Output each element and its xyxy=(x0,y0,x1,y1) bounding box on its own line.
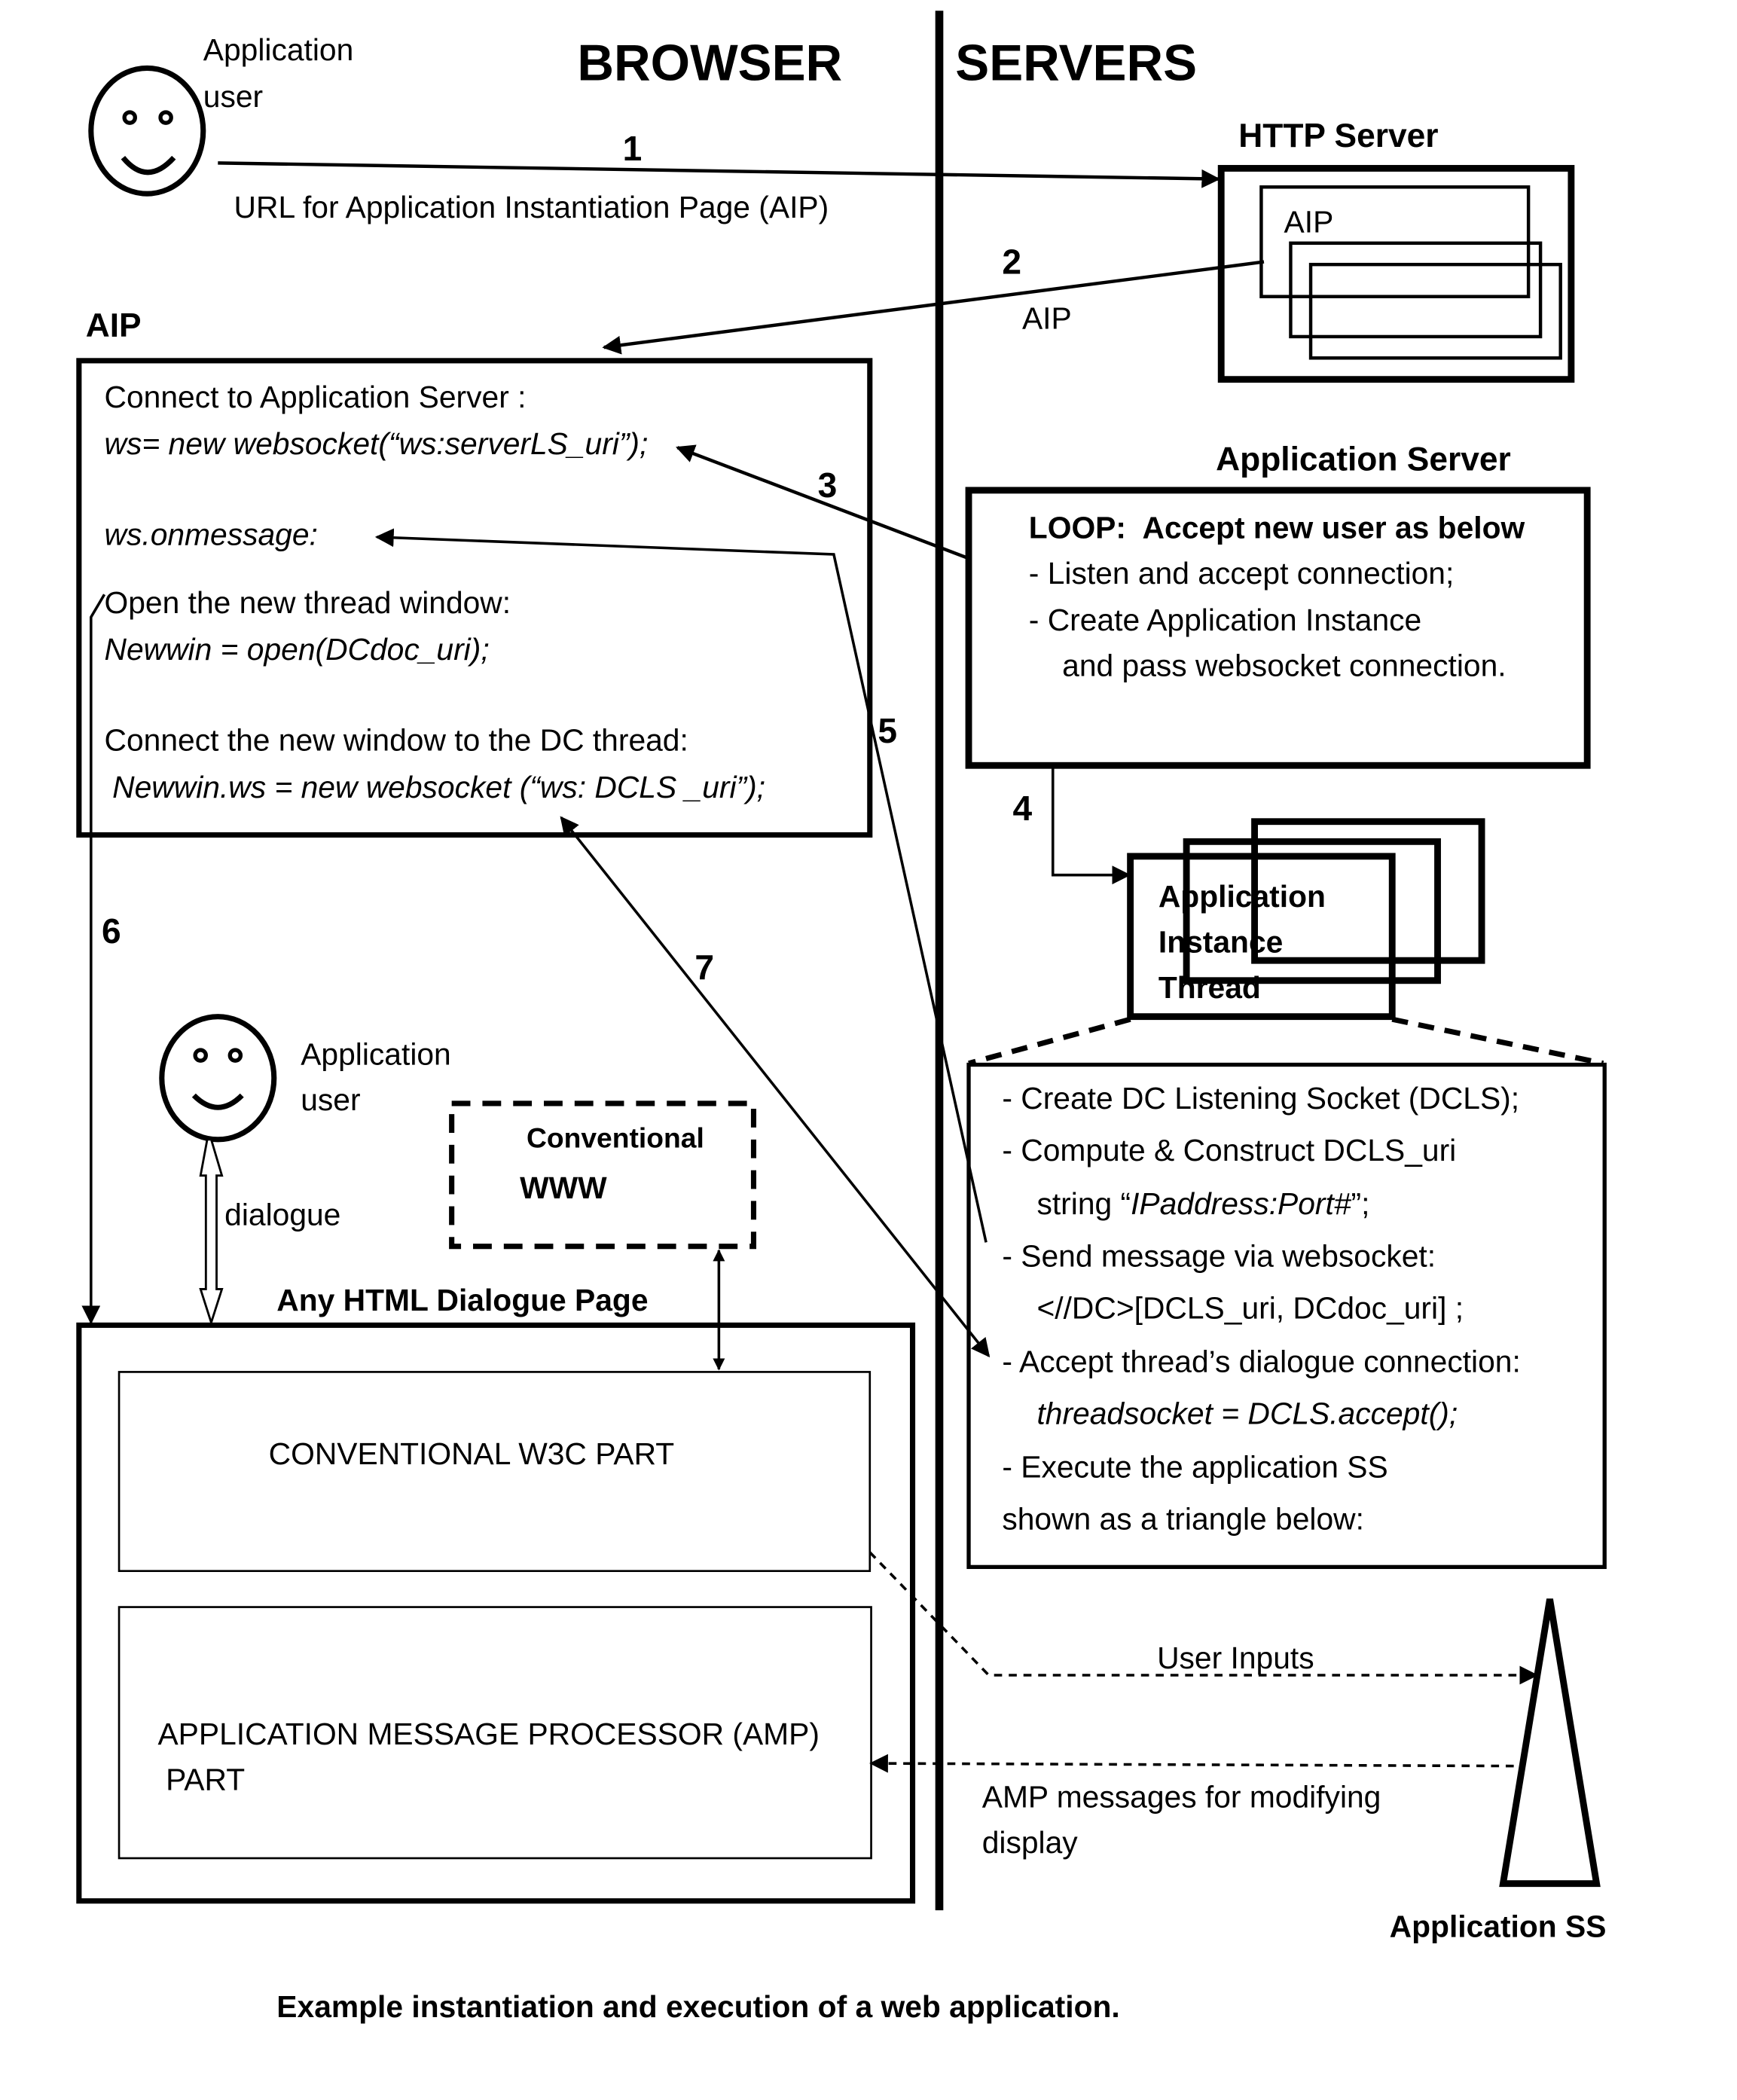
aip-line-ws-new: ws= new websocket(“ws:serverLS_uri”); xyxy=(105,426,649,461)
http-server-box xyxy=(1217,165,1575,383)
top-user-smiley-icon xyxy=(88,65,206,197)
detail-line-dc-msg: <//DC>[DCLS_uri, DCdoc_uri] ; xyxy=(1036,1290,1464,1325)
step6-arrow xyxy=(81,594,106,1325)
step1-number: 1 xyxy=(623,129,643,168)
step1-arrow xyxy=(218,161,1221,188)
step7-arrow xyxy=(560,816,991,1358)
aip-line-newwin-open: Newwin = open(DCdoc_uri); xyxy=(105,632,490,667)
instance-thread-line3: Thread xyxy=(1159,970,1261,1005)
loop-label: LOOP: xyxy=(1029,511,1126,545)
amp-messages-line2: display xyxy=(982,1825,1079,1860)
dialogue-double-arrow-icon xyxy=(199,1138,224,1326)
browser-header: BROWSER xyxy=(577,35,842,91)
app-server-line-pass: and pass websocket connection. xyxy=(1062,648,1506,682)
second-user-label-line2: user xyxy=(301,1082,360,1117)
step7-number: 7 xyxy=(694,948,714,987)
detail-line-accept: - Accept thread’s dialogue connection: xyxy=(1002,1344,1520,1378)
diagram-canvas: BROWSER SERVERS Application user 1 URL f… xyxy=(76,11,1607,2024)
aip-box-title: AIP xyxy=(86,307,142,344)
step2-number: 2 xyxy=(1002,243,1021,282)
detail-expand-right xyxy=(1391,1016,1604,1067)
second-user-label-line1: Application xyxy=(301,1037,451,1072)
aip-line-open-window: Open the new thread window: xyxy=(105,585,511,620)
detail-expand-left xyxy=(968,1016,1131,1067)
dialogue-page-title: Any HTML Dialogue Page xyxy=(276,1283,648,1317)
step1-label: URL for Application Instantiation Page (… xyxy=(234,190,829,224)
step6-number: 6 xyxy=(102,911,121,951)
detail-line-threadsocket: threadsocket = DCLS.accept(); xyxy=(1036,1396,1458,1431)
step4-number: 4 xyxy=(1013,789,1033,828)
amp-part-line2: PART xyxy=(166,1763,245,1797)
step2-arrow xyxy=(602,260,1265,355)
aip-page-label: AIP xyxy=(1284,205,1334,240)
loop-text: Accept new user as below xyxy=(1143,511,1525,545)
instance-thread-line1: Application xyxy=(1159,879,1326,914)
w3c-part-label: CONVENTIONAL W3C PART xyxy=(269,1436,675,1471)
aip-line-connect: Connect to Application Server : xyxy=(105,380,527,414)
step3-number: 3 xyxy=(818,465,838,505)
user-inputs-label: User Inputs xyxy=(1157,1641,1314,1675)
top-user-label-line2: user xyxy=(203,79,263,114)
aip-page-stack-mid xyxy=(1289,241,1543,339)
detail-line-create-dcls: - Create DC Listening Socket (DCLS); xyxy=(1002,1081,1519,1116)
detail-line-triangle: shown as a triangle below: xyxy=(1002,1502,1364,1537)
application-ss-label: Application SS xyxy=(1390,1909,1607,1944)
aip-line-connect-dc: Connect the new window to the DC thread: xyxy=(105,723,688,758)
application-ss-triangle-icon xyxy=(1499,1598,1601,1888)
w3c-part-box xyxy=(118,1371,872,1573)
detail-line-send: - Send message via websocket: xyxy=(1002,1238,1436,1273)
detail-line-string: string “IPaddress:Port#”; xyxy=(1036,1186,1369,1221)
detail-line-compute: - Compute & Construct DCLS_uri xyxy=(1002,1133,1456,1168)
step4-arrow xyxy=(1051,768,1131,885)
amp-messages-arrow xyxy=(869,1754,1514,1773)
app-server-line-create: - Create Application Instance xyxy=(1029,603,1421,637)
dialogue-page-box xyxy=(76,1322,916,1904)
second-user-smiley-icon xyxy=(159,1014,277,1143)
aip-page-stack-back xyxy=(1308,262,1562,360)
instance-thread-line2: Instance xyxy=(1159,925,1283,960)
app-server-line-listen: - Listen and accept connection; xyxy=(1029,556,1455,591)
aip-line-newwin-ws: Newwin.ws = new websocket (“ws: DCLS _ur… xyxy=(112,770,765,804)
app-server-title: Application Server xyxy=(1216,441,1511,478)
http-server-title: HTTP Server xyxy=(1238,118,1438,154)
servers-header: SERVERS xyxy=(955,35,1197,91)
step5-number: 5 xyxy=(878,711,897,750)
amp-messages-line1: AMP messages for modifying xyxy=(982,1780,1381,1815)
step2-label: AIP xyxy=(1022,301,1072,335)
amp-part-line1: APPLICATION MESSAGE PROCESSOR (AMP) xyxy=(157,1717,819,1751)
conventional-www-line1: Conventional xyxy=(527,1122,704,1153)
top-user-label-line1: Application xyxy=(203,32,354,67)
conventional-www-line2: WWW xyxy=(520,1171,607,1205)
detail-line-execute: - Execute the application SS xyxy=(1002,1450,1387,1485)
figure-caption: Example instantiation and execution of a… xyxy=(276,1989,1119,2024)
dialogue-label: dialogue xyxy=(224,1197,340,1232)
aip-line-onmessage: ws.onmessage: xyxy=(105,517,318,552)
